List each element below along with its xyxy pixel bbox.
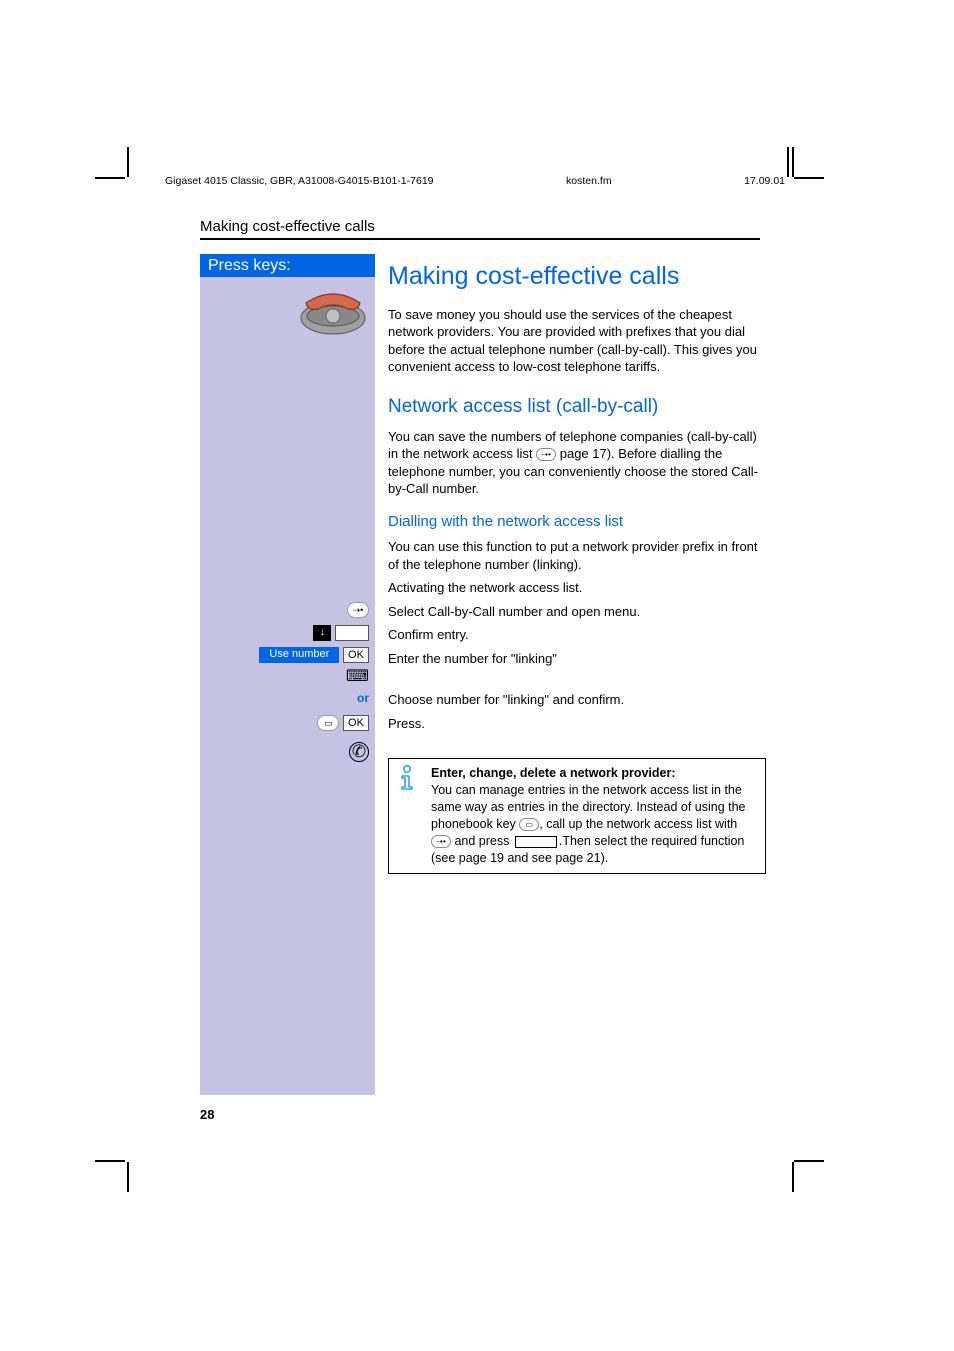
talk-key-icon: ✆ (349, 742, 369, 762)
net-intro: You can save the numbers of telephone co… (388, 428, 766, 498)
crop-mark (127, 1162, 129, 1192)
meta-date: 17.09.01 (744, 175, 785, 187)
ctrl-row-3: Use number OK (200, 646, 375, 663)
crop-mark (794, 177, 824, 179)
step-3-text: Confirm entry. (388, 626, 766, 644)
step-2-text: Select Call-by-Call number and open menu… (388, 603, 766, 621)
ctrl-row-or: or (200, 690, 375, 705)
crop-mark (794, 1160, 824, 1162)
step-4-text: Enter the number for "linking" (388, 650, 766, 668)
intro-paragraph: To save money you should use the service… (388, 306, 766, 376)
ok-soft-icon-2: OK (343, 715, 369, 731)
crop-mark (787, 147, 789, 177)
step-5-text: Choose number for "linking" and confirm. (388, 691, 766, 709)
net-list-key-icon-inline: ⇢• (536, 448, 556, 461)
header-meta: Gigaset 4015 Classic, GBR, A31008-G4015-… (165, 175, 785, 187)
phonebook-key-icon-inline: ▭ (519, 818, 539, 831)
net-list-key-icon-inline2: ⇢• (431, 835, 451, 848)
ctrl-row-6: ✆ (200, 742, 375, 762)
crop-mark (127, 147, 129, 177)
info-body-b: , call up the network access list with (539, 817, 737, 831)
press-keys-bar: Press keys: (200, 254, 375, 278)
running-head: Making cost-effective calls (200, 218, 375, 235)
divider (200, 238, 760, 240)
phone-illustration (298, 283, 368, 338)
crop-mark (792, 147, 794, 177)
ctrl-row-4: ⌨ (200, 666, 375, 686)
info-body-c: and press (451, 834, 513, 848)
page-number: 28 (200, 1107, 214, 1122)
ctrl-row-2: ↓ (200, 624, 375, 641)
ctrl-row-5: ▭ OK (200, 714, 375, 731)
or-label: or (357, 691, 369, 705)
page-title: Making cost-effective calls (388, 260, 766, 294)
info-content: Enter, change, delete a network provider… (431, 765, 757, 866)
subsection-heading: Dialling with the network access list (388, 512, 766, 532)
info-icon (395, 765, 419, 795)
meta-product: Gigaset 4015 Classic, GBR, A31008-G4015-… (165, 175, 434, 187)
phonebook-key-icon: ▭ (317, 715, 339, 731)
meta-file: kosten.fm (566, 175, 612, 187)
step-1-text: Activating the network access list. (388, 579, 766, 597)
section-heading: Network access list (call-by-call) (388, 394, 766, 420)
ok-soft-icon: OK (343, 647, 369, 663)
sidebar (200, 277, 375, 1095)
crop-mark (792, 1162, 794, 1192)
spacer (388, 673, 766, 691)
down-soft-icon: ↓ (313, 625, 331, 641)
step-6-text: Press. (388, 715, 766, 733)
keypad-icon: ⌨ (346, 668, 369, 685)
crop-mark (95, 177, 125, 179)
ctrl-row-1: ⇢• (200, 601, 375, 618)
main-content: Making cost-effective calls To save mone… (388, 254, 766, 874)
use-number-soft-icon: Use number (259, 647, 339, 663)
crop-mark (95, 1160, 125, 1162)
dial-intro: You can use this function to put a netwo… (388, 538, 766, 573)
info-title: Enter, change, delete a network provider… (431, 766, 676, 780)
info-box: Enter, change, delete a network provider… (388, 758, 766, 873)
blank-softkey-icon (515, 836, 557, 848)
blank-soft-icon (335, 625, 369, 641)
net-list-key-icon: ⇢• (347, 602, 369, 618)
